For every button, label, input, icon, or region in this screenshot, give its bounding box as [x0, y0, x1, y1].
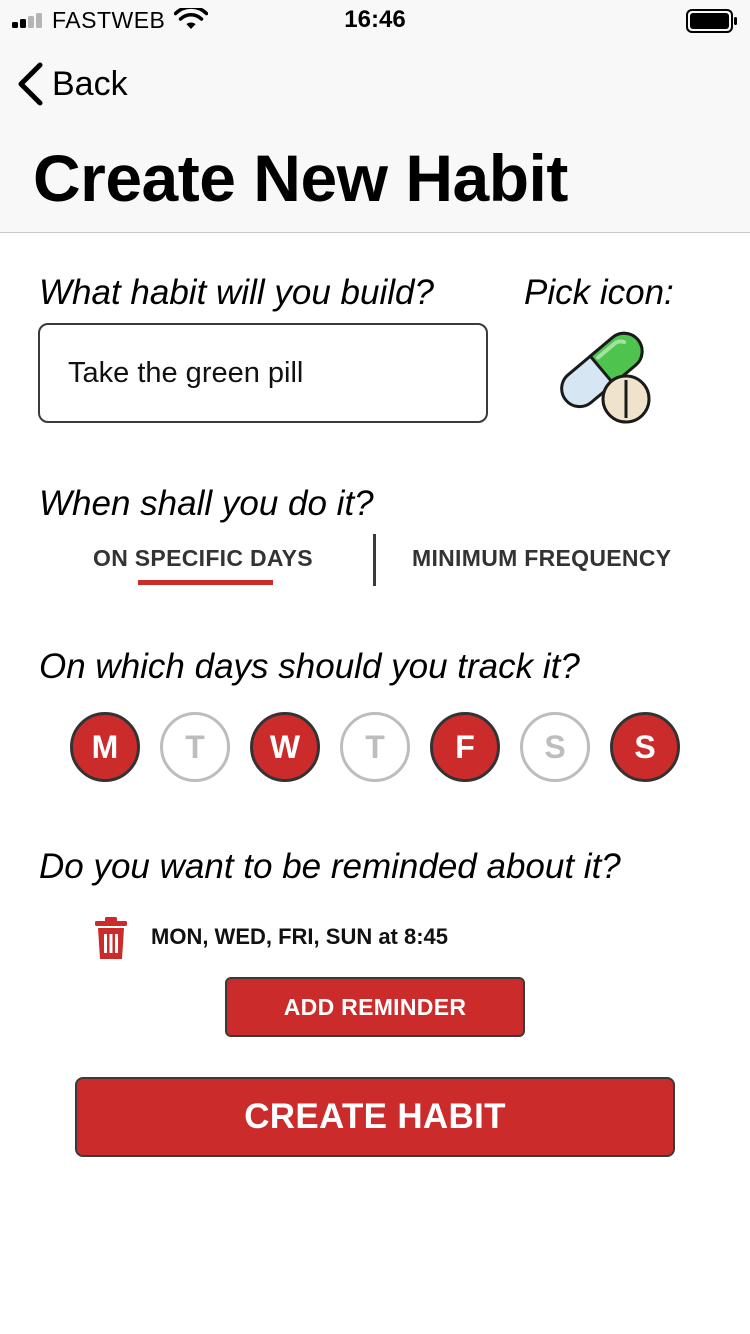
- pill-icon[interactable]: [546, 320, 656, 426]
- tab-divider: [373, 534, 376, 586]
- trash-icon[interactable]: [93, 916, 129, 960]
- tab-on-specific-days[interactable]: ON SPECIFIC DAYS: [93, 545, 313, 572]
- habit-question: What habit will you build?: [39, 273, 434, 312]
- reminder-question: Do you want to be reminded about it?: [39, 847, 621, 886]
- pick-icon-label: Pick icon:: [524, 273, 674, 312]
- day-toggle-saturday[interactable]: S: [520, 712, 590, 782]
- back-label: Back: [52, 64, 128, 103]
- status-time: 16:46: [344, 6, 406, 33]
- back-button[interactable]: Back: [16, 62, 128, 106]
- day-toggle-sunday[interactable]: S: [610, 712, 680, 782]
- day-toggle-wednesday[interactable]: W: [250, 712, 320, 782]
- schedule-question: When shall you do it?: [39, 484, 374, 523]
- days-question: On which days should you track it?: [39, 647, 580, 686]
- habit-name-input[interactable]: [38, 323, 488, 423]
- nav-header: Back Create New Habit: [0, 40, 750, 233]
- day-toggle-tuesday[interactable]: T: [160, 712, 230, 782]
- day-toggle-monday[interactable]: M: [70, 712, 140, 782]
- day-toggle-thursday[interactable]: T: [340, 712, 410, 782]
- create-habit-button[interactable]: CREATE HABIT: [75, 1077, 675, 1157]
- tab-minimum-frequency[interactable]: MINIMUM FREQUENCY: [412, 545, 671, 572]
- day-toggle-friday[interactable]: F: [430, 712, 500, 782]
- add-reminder-button[interactable]: ADD REMINDER: [225, 977, 525, 1037]
- chevron-left-icon: [18, 62, 43, 106]
- page-title: Create New Habit: [33, 141, 568, 215]
- reminder-item-text: MON, WED, FRI, SUN at 8:45: [151, 924, 449, 949]
- status-bar: FASTWEB 16:46: [0, 0, 750, 40]
- active-tab-indicator: [138, 580, 273, 585]
- battery-icon: [686, 9, 737, 33]
